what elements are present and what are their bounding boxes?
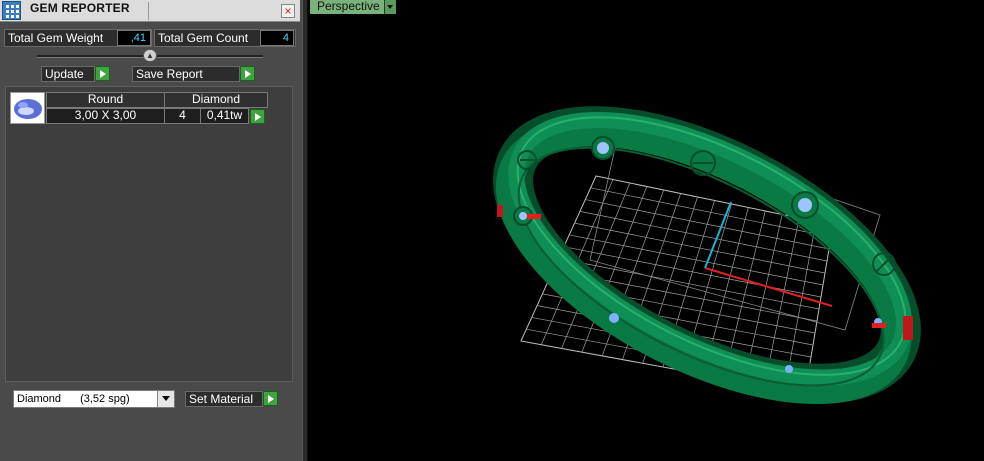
material-dropdown[interactable]: Diamond (3,52 spg) — [13, 390, 175, 408]
gem-size-cell: 3,00 X 3,00 — [46, 108, 165, 124]
gem-shape-header: Round — [46, 92, 165, 108]
gem-weight-cell: 0,41tw — [200, 108, 249, 124]
total-gem-count-value: 4 — [260, 30, 294, 46]
save-report-button[interactable]: Save Report — [132, 66, 240, 82]
chevron-down-icon[interactable] — [157, 391, 174, 407]
gem-count-cell: 4 — [164, 108, 201, 124]
gem-row-play-icon[interactable] — [250, 109, 265, 124]
round-gem-thumbnail[interactable] — [10, 92, 45, 124]
panel-titlebar: GEM REPORTER × — [0, 0, 300, 22]
bangle-3d-model — [493, 106, 921, 404]
total-gem-weight-value: ,41 — [117, 30, 151, 46]
update-button[interactable]: Update — [41, 66, 95, 82]
view-mode-chevron-down-icon[interactable] — [384, 0, 396, 14]
material-name: Diamond — [17, 393, 62, 405]
view-mode-tab[interactable]: Perspective — [310, 0, 388, 14]
gem-reporter-icon — [2, 1, 21, 20]
perspective-viewport[interactable] — [308, 0, 984, 461]
set-material-button[interactable]: Set Material — [185, 391, 263, 407]
size-slider-handle[interactable]: ▲ — [143, 49, 157, 62]
save-report-play-icon[interactable] — [240, 66, 255, 81]
gem-material-header: Diamond — [164, 92, 268, 108]
close-button[interactable]: × — [281, 4, 295, 18]
update-play-icon[interactable] — [95, 66, 110, 81]
title-divider — [148, 2, 149, 20]
set-material-play-icon[interactable] — [263, 391, 278, 406]
material-density: (3,52 spg) — [80, 393, 130, 405]
gem-report-list — [5, 86, 293, 382]
bangle-ring — [493, 106, 921, 404]
panel-title: GEM REPORTER — [30, 1, 130, 15]
